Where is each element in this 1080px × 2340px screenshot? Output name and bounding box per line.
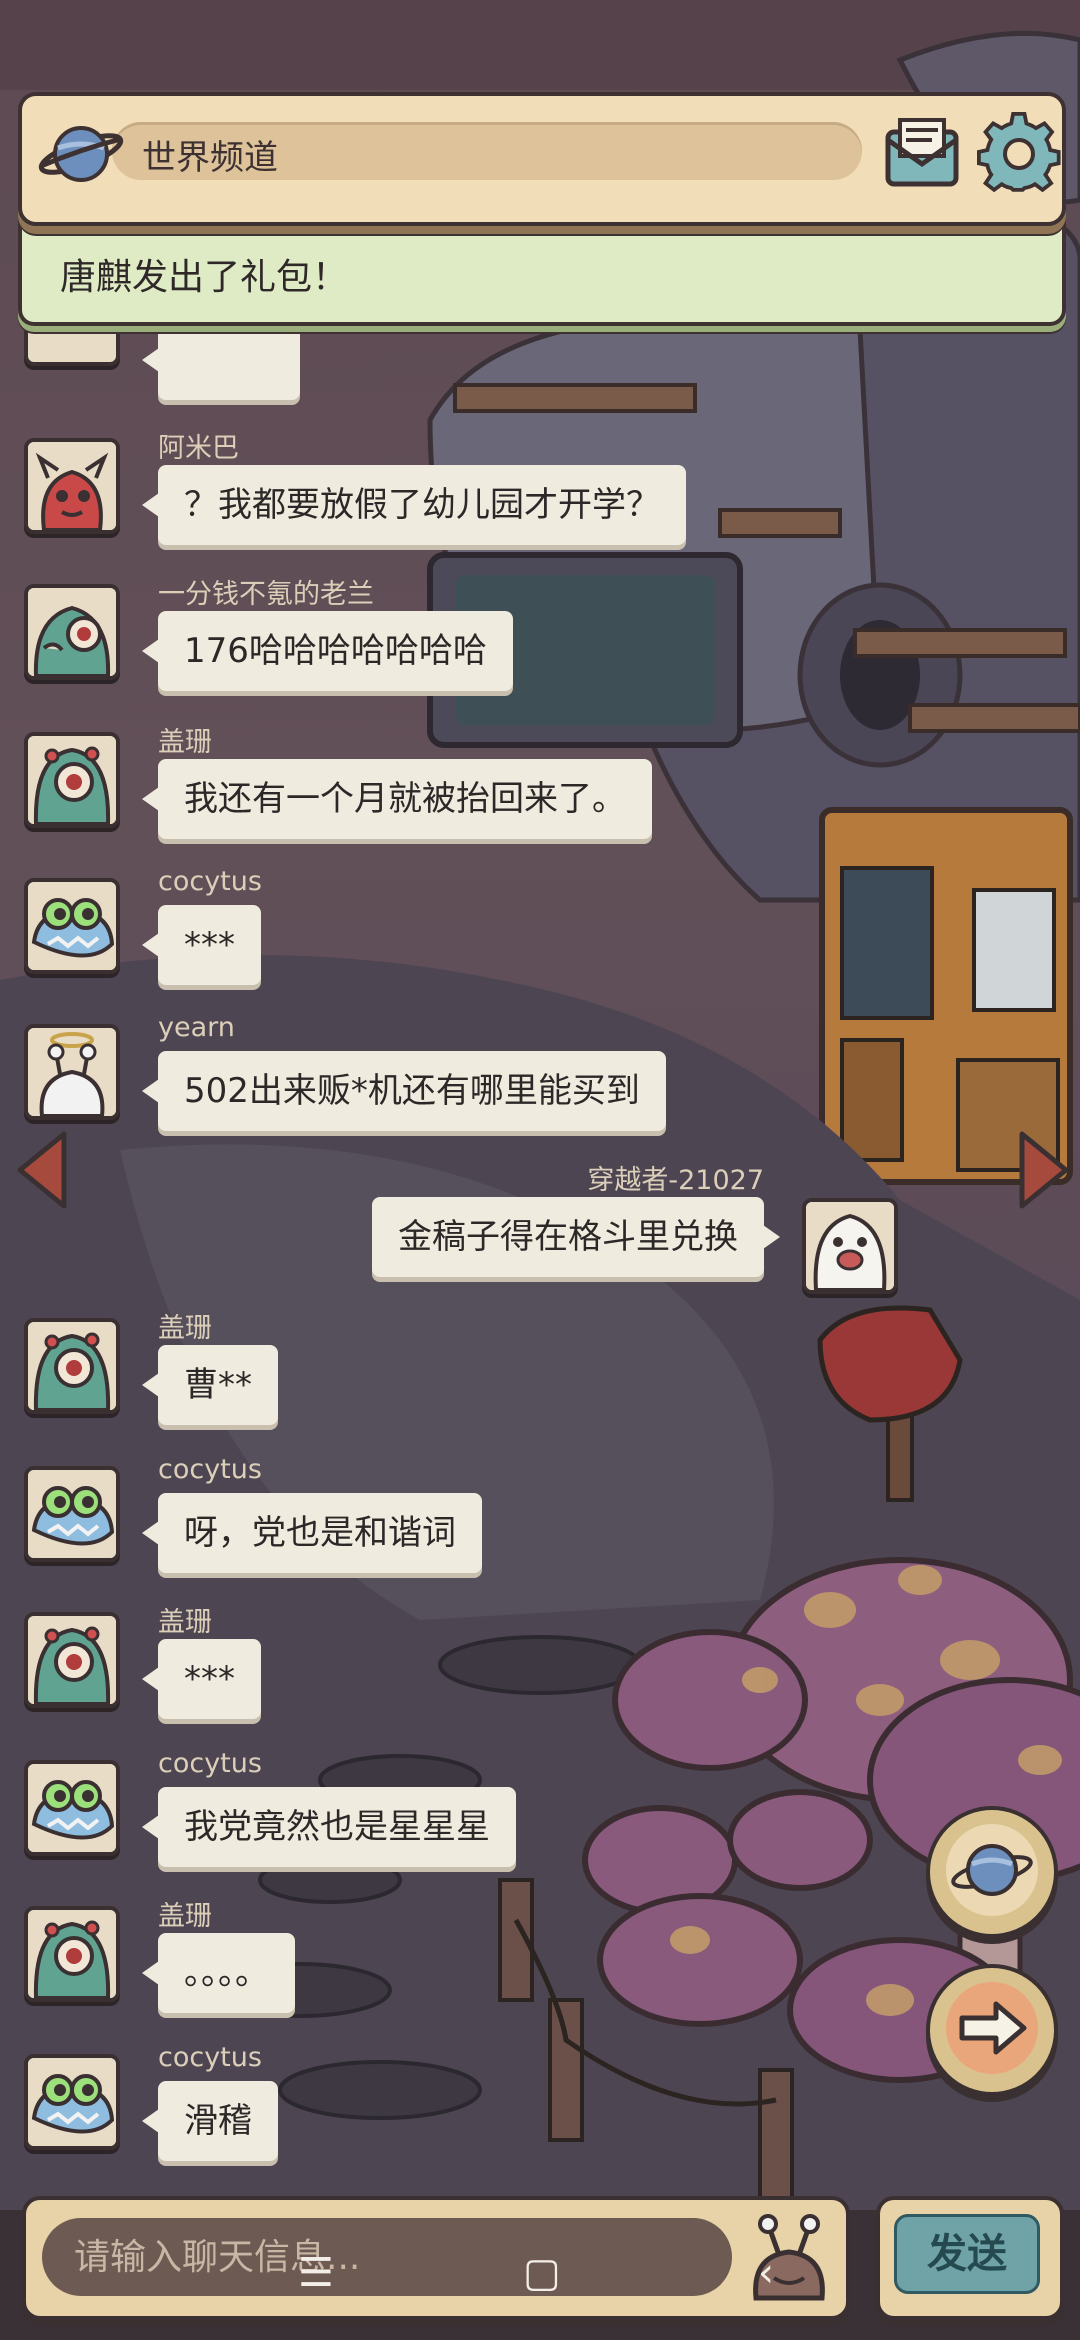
scroll-right-arrow-icon[interactable] — [1014, 1128, 1074, 1212]
avatar-cocytus[interactable] — [24, 2054, 120, 2150]
share-button[interactable] — [926, 1964, 1058, 2096]
notice-text: 唐麒发出了礼包！ — [60, 257, 349, 298]
avatar-gaishan[interactable] — [24, 1318, 120, 1414]
avatar-cocytus[interactable] — [24, 1466, 120, 1562]
message-bubble: *** — [142, 905, 261, 985]
message-bubble: 我党竟然也是星星星 — [142, 1787, 516, 1867]
avatar-cocytus[interactable] — [24, 1760, 120, 1856]
message-bubble: 呀，党也是和谐词 — [142, 1493, 482, 1573]
avatar-cocytus[interactable] — [24, 878, 120, 974]
username: cocytus — [158, 1454, 262, 1485]
mail-icon[interactable] — [882, 114, 962, 190]
message-bubble: 曹** — [142, 1345, 278, 1425]
scroll-left-arrow-icon[interactable] — [12, 1128, 72, 1212]
channel-header: 世界频道 — [18, 92, 1066, 226]
username: 盖珊 — [158, 1607, 212, 1638]
gift-notice[interactable]: 唐麒发出了礼包！ — [18, 212, 1066, 326]
username: cocytus — [158, 2042, 262, 2073]
message-bubble-self: 金稿子得在格斗里兑换 — [372, 1197, 780, 1277]
avatar-laolan[interactable] — [24, 584, 120, 680]
gear-icon[interactable] — [977, 112, 1061, 196]
send-label: 发送 — [894, 2214, 1040, 2294]
message-bubble: 502出来贩*机还有哪里能买到 — [142, 1051, 666, 1131]
username: 盖珊 — [158, 727, 212, 758]
username: cocytus — [158, 1748, 262, 1779]
username: yearn — [158, 1012, 235, 1043]
avatar-gaishan[interactable] — [24, 732, 120, 828]
message-bubble: *** — [142, 1639, 261, 1719]
snail-emoji-icon[interactable] — [744, 2212, 834, 2302]
arrow-right-icon — [946, 1982, 1038, 2074]
send-button[interactable]: 发送 — [876, 2196, 1064, 2320]
world-channel-button[interactable] — [926, 1806, 1058, 1938]
planet-icon — [38, 126, 124, 182]
username: 盖珊 — [158, 1901, 212, 1932]
chat-input[interactable] — [42, 2218, 732, 2296]
message-bubble-partial — [142, 320, 300, 400]
planet-icon — [946, 1824, 1038, 1916]
avatar-gaishan[interactable] — [24, 1906, 120, 2002]
username-self: 穿越者-21027 — [587, 1165, 764, 1196]
username: 阿米巴 — [158, 433, 239, 464]
username: cocytus — [158, 866, 262, 897]
message-bubble: 。。。。 — [142, 1933, 295, 2013]
message-bubble: ？我都要放假了幼儿园才开学？ — [142, 465, 686, 545]
username: 盖珊 — [158, 1313, 212, 1344]
avatar-yearn[interactable] — [24, 1024, 120, 1120]
avatar-gaishan[interactable] — [24, 1612, 120, 1708]
message-bubble: 滑稽 — [142, 2081, 278, 2161]
avatar-amiba[interactable] — [24, 438, 120, 534]
message-bubble: 我还有一个月就被抬回来了。 — [142, 759, 652, 839]
avatar-self[interactable] — [802, 1198, 898, 1294]
channel-name: 世界频道 — [142, 138, 278, 178]
message-bubble: 176哈哈哈哈哈哈哈 — [142, 611, 513, 691]
username: 一分钱不氪的老兰 — [158, 579, 374, 610]
chat-input-panel — [22, 2196, 850, 2320]
